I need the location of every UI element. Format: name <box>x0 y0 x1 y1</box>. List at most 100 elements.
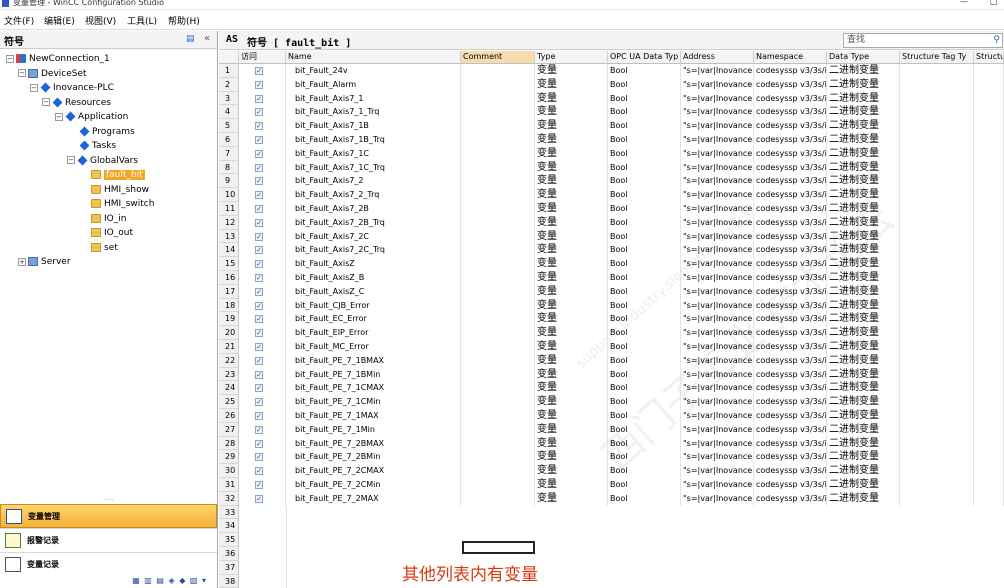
address-cell[interactable]: "s=|var|Inovance <box>681 257 754 271</box>
empty-row[interactable]: 37 <box>219 560 1004 575</box>
type-cell[interactable]: 变量 <box>535 146 608 161</box>
access-cell[interactable]: ✓ <box>239 436 286 451</box>
data-type-cell[interactable]: 二进制变量 <box>827 257 900 271</box>
type-cell[interactable]: 变量 <box>535 160 608 175</box>
structure-tag-type-cell[interactable] <box>900 188 974 202</box>
structure-cell[interactable] <box>974 119 1004 133</box>
empty-row[interactable]: 34 <box>219 519 1004 534</box>
namespace-cell[interactable]: codesyssp v3/3s/i <box>754 174 827 189</box>
row-number[interactable]: 12 <box>219 215 239 230</box>
opc-type-cell[interactable]: Bool <box>608 340 681 354</box>
access-cell[interactable]: ✓ <box>239 146 286 161</box>
structure-cell[interactable] <box>974 381 1004 396</box>
comment-cell[interactable] <box>461 436 535 451</box>
data-type-cell[interactable]: 二进制变量 <box>827 312 900 327</box>
table-row[interactable]: 12 ✓ bit_Fault_Axis7_2B_Trq 变量 Bool "s=|var|I… <box>219 215 1004 230</box>
row-number[interactable]: 2 <box>219 77 239 92</box>
name-cell[interactable]: bit_Fault_PE_7_1CMin <box>286 395 461 409</box>
structure-tag-type-cell[interactable] <box>900 257 974 271</box>
namespace-cell[interactable]: codesyssp v3/3s/i <box>754 105 827 120</box>
table-row[interactable]: 7 ✓ bit_Fault_Axis7_1C 变量 Bool "s=|var|Inovan… <box>219 146 1004 161</box>
comment-cell[interactable] <box>461 174 535 189</box>
access-cell[interactable]: ✓ <box>239 243 286 258</box>
access-cell[interactable]: ✓ <box>239 298 286 313</box>
name-cell[interactable]: bit_Fault_Axis7_2C <box>286 229 461 244</box>
expander-icon[interactable]: − <box>30 83 38 92</box>
name-cell[interactable]: bit_Fault_Alarm <box>286 77 461 92</box>
data-type-cell[interactable]: 二进制变量 <box>827 215 900 230</box>
namespace-cell[interactable]: codesyssp v3/3s/i <box>754 202 827 216</box>
structure-cell[interactable] <box>974 326 1004 340</box>
opc-type-cell[interactable]: Bool <box>608 243 681 258</box>
access-cell[interactable]: ✓ <box>239 64 286 78</box>
namespace-cell[interactable]: codesyssp v3/3s/i <box>754 298 827 313</box>
namespace-cell[interactable]: codesyssp v3/3s/i <box>754 491 827 506</box>
tree-node[interactable]: − Application <box>55 110 128 124</box>
namespace-cell[interactable]: codesyssp v3/3s/i <box>754 450 827 465</box>
opc-type-cell[interactable]: Bool <box>608 326 681 340</box>
table-row[interactable]: 19 ✓ bit_Fault_EC_Error 变量 Bool "s=|var|Inova… <box>219 312 1004 327</box>
structure-tag-type-cell[interactable] <box>900 215 974 230</box>
row-number[interactable]: 20 <box>219 326 239 340</box>
namespace-cell[interactable]: codesyssp v3/3s/i <box>754 381 827 396</box>
structure-tag-type-cell[interactable] <box>900 284 974 299</box>
structure-cell[interactable] <box>974 436 1004 451</box>
structure-cell[interactable] <box>974 353 1004 368</box>
address-cell[interactable]: "s=|var|Inovance <box>681 91 754 106</box>
structure-tag-type-cell[interactable] <box>900 491 974 506</box>
structure-tag-type-cell[interactable] <box>900 64 974 78</box>
type-cell[interactable]: 变量 <box>535 381 608 396</box>
comment-cell[interactable] <box>461 229 535 244</box>
menu-help[interactable]: 帮助(H) <box>168 14 200 27</box>
tree-node[interactable]: − Inovance-PLC <box>30 81 114 95</box>
structure-cell[interactable] <box>974 146 1004 161</box>
opc-type-cell[interactable]: Bool <box>608 284 681 299</box>
row-number[interactable]: 9 <box>219 174 239 189</box>
address-cell[interactable]: "s=|var|Inovance <box>681 353 754 368</box>
address-cell[interactable]: "s=|var|Inovance <box>681 243 754 258</box>
column-header-namespace[interactable]: Namespace <box>754 51 827 64</box>
address-cell[interactable]: "s=|var|Inovance <box>681 395 754 409</box>
comment-cell[interactable] <box>461 271 535 285</box>
search-icon[interactable]: ⚲ <box>993 34 1000 47</box>
access-checkbox[interactable]: ✓ <box>255 246 263 255</box>
name-cell[interactable]: bit_Fault_24v <box>286 64 461 78</box>
address-cell[interactable]: "s=|var|Inovance <box>681 77 754 92</box>
type-cell[interactable]: 变量 <box>535 312 608 327</box>
table-row[interactable]: 10 ✓ bit_Fault_Axis7_2_Trq 变量 Bool "s=|var|In… <box>219 188 1004 202</box>
access-checkbox[interactable]: ✓ <box>255 177 263 186</box>
name-cell[interactable]: bit_Fault_Axis7_2C_Trq <box>286 243 461 258</box>
row-number[interactable]: 21 <box>219 340 239 354</box>
namespace-cell[interactable]: codesyssp v3/3s/i <box>754 77 827 92</box>
row-number[interactable]: 11 <box>219 202 239 216</box>
name-cell[interactable]: bit_Fault_PE_7_1BMin <box>286 367 461 382</box>
structure-tag-type-cell[interactable] <box>900 353 974 368</box>
address-cell[interactable]: "s=|var|Inovance <box>681 174 754 189</box>
row-number[interactable]: 4 <box>219 105 239 120</box>
structure-tag-type-cell[interactable] <box>900 381 974 396</box>
structure-cell[interactable] <box>974 298 1004 313</box>
search-box[interactable]: 查找 ⚲ <box>843 33 1003 48</box>
access-cell[interactable]: ✓ <box>239 367 286 382</box>
address-cell[interactable]: "s=|var|Inovance <box>681 133 754 147</box>
comment-cell[interactable] <box>461 491 535 506</box>
type-cell[interactable]: 变量 <box>535 215 608 230</box>
type-cell[interactable]: 变量 <box>535 436 608 451</box>
comment-cell[interactable] <box>461 188 535 202</box>
structure-cell[interactable] <box>974 284 1004 299</box>
access-cell[interactable]: ✓ <box>239 312 286 327</box>
name-cell[interactable]: bit_Fault_Axis7_2B_Trq <box>286 215 461 230</box>
data-type-cell[interactable]: 二进制变量 <box>827 450 900 465</box>
comment-cell[interactable] <box>461 64 535 78</box>
data-type-cell[interactable]: 二进制变量 <box>827 119 900 133</box>
row-number[interactable]: 10 <box>219 188 239 202</box>
name-cell[interactable]: bit_Fault_Axis7_1C_Trq <box>286 160 461 175</box>
table-row[interactable]: 25 ✓ bit_Fault_PE_7_1CMin 变量 Bool "s=|var|Ino… <box>219 395 1004 409</box>
row-number[interactable]: 15 <box>219 257 239 271</box>
namespace-cell[interactable]: codesyssp v3/3s/i <box>754 478 827 492</box>
access-checkbox[interactable]: ✓ <box>255 191 263 200</box>
structure-tag-type-cell[interactable] <box>900 160 974 175</box>
type-cell[interactable]: 变量 <box>535 202 608 216</box>
name-cell[interactable]: bit_Fault_MC_Error <box>286 340 461 354</box>
name-cell[interactable]: bit_Fault_AxisZ_B <box>286 271 461 285</box>
